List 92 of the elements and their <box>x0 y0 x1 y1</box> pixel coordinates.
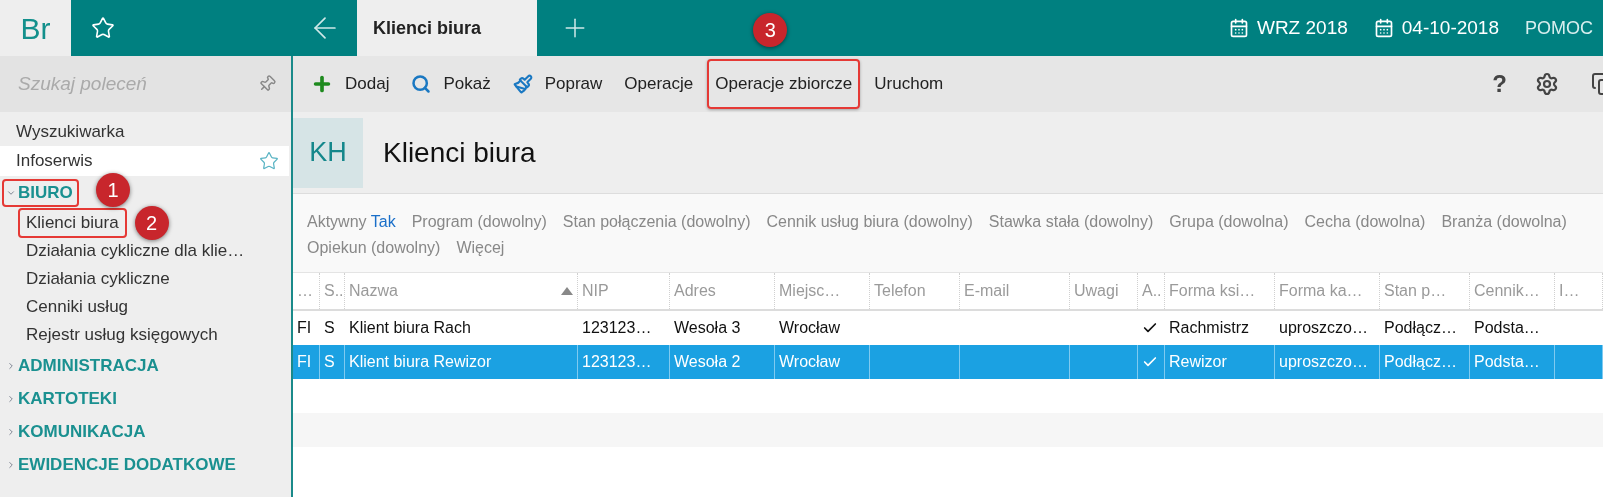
table-cell-text: S <box>324 318 335 338</box>
sidebar-item[interactable]: Wyszukiwarka <box>0 118 291 146</box>
table-cell-text: uproszczo… <box>1279 352 1368 372</box>
filter-link[interactable]: Program (dowolny) <box>411 210 547 234</box>
help-button[interactable]: ? <box>1492 66 1507 102</box>
sidebar-item-label: Infoserwis <box>15 150 94 173</box>
table-cell-text: Podłącz… <box>1384 352 1457 372</box>
table-cell-text: FI <box>297 318 312 338</box>
table-cell-text: Klient biura Rewizor <box>349 352 492 372</box>
tab[interactable]: Klienci biura <box>357 0 537 56</box>
table-cell-text: Podsta… <box>1474 352 1540 372</box>
column-header[interactable]: Stan p… <box>1380 273 1470 309</box>
chevron-icon <box>6 459 16 470</box>
chevron-icon <box>6 426 16 437</box>
table-cell-text: Wesoła 3 <box>674 318 741 338</box>
page-title: Klienci biura <box>383 135 536 170</box>
table-cell-text: Rewizor <box>1169 352 1227 372</box>
sidebar-item-label: Wyszukiwarka <box>15 121 126 144</box>
sidebar-group[interactable]: EWIDENCJE DODATKOWE <box>2 450 242 479</box>
table-cell-text: Wrocław <box>779 352 841 372</box>
table-cell-text: 123123… <box>582 318 652 338</box>
sidebar-item-label: Działania cykliczne dla klie… <box>25 240 246 263</box>
column-header[interactable]: S.. <box>320 273 345 309</box>
chevron-icon <box>6 360 16 371</box>
column-header[interactable]: E-mail <box>960 273 1070 309</box>
callout-marker: 2 <box>134 206 169 241</box>
sidebar-item[interactable]: Infoserwis <box>0 146 289 176</box>
sidebar-item-label: Rejestr usług księgowych <box>25 324 219 347</box>
table-row[interactable]: FI S Klient biura Rewizor 123123… Wesoła 2 Wrocław Rewizor uproszczo… Podłącz… Podsta… <box>293 345 1603 379</box>
column-header[interactable]: Cennik… <box>1470 273 1555 309</box>
sidebar-item-label: Działania cykliczne <box>25 268 171 291</box>
plus-icon <box>311 73 333 95</box>
sidebar-group[interactable]: ADMINISTRACJA <box>2 351 165 380</box>
search-icon <box>411 74 432 94</box>
command-search-field[interactable]: Szukaj poleceń <box>0 56 243 112</box>
filter-link[interactable]: Grupa (dowolna) <box>1169 210 1289 234</box>
toolbar-button[interactable]: Uruchom <box>866 59 952 109</box>
sidebar-group[interactable]: BIURO <box>2 178 79 207</box>
calendar-icon <box>1373 18 1394 38</box>
favorite-star-icon[interactable] <box>259 151 279 171</box>
table-cell-text: Rachmistrz <box>1169 318 1249 338</box>
table-cell-text: S <box>324 352 335 372</box>
sidebar-group[interactable]: KARTOTEKI <box>2 384 123 413</box>
column-header[interactable]: Uwagi <box>1070 273 1138 309</box>
sidebar-item[interactable]: Działania cykliczne <box>0 265 291 293</box>
column-header[interactable]: Adres <box>670 273 775 309</box>
column-header[interactable]: Telefon <box>870 273 960 309</box>
column-header[interactable]: Miejsc… <box>775 273 870 309</box>
filter-link[interactable]: Stan połączenia (dowolny) <box>562 210 751 234</box>
filter-link[interactable]: Aktywny Tak <box>307 210 396 234</box>
filter-link[interactable]: Stawka stała (dowolny) <box>988 210 1154 234</box>
table-cell-text: Klient biura Rach <box>349 318 471 338</box>
toolbar-button[interactable]: Popraw <box>504 59 611 109</box>
period-button[interactable]: 04-10-2018 <box>1373 13 1499 43</box>
sidebar-item-label: Cenniki usług <box>25 296 130 319</box>
column-header[interactable]: … <box>293 273 320 309</box>
chevron-icon <box>6 393 16 404</box>
filter-link[interactable]: Branża (dowolna) <box>1441 210 1567 234</box>
toolbar-button[interactable]: Pokaż <box>403 59 499 109</box>
table-cell-text: FI <box>297 352 312 372</box>
star-icon[interactable] <box>91 16 115 40</box>
column-header[interactable]: I… <box>1555 273 1603 309</box>
settings-icon[interactable] <box>1535 72 1559 96</box>
filter-link[interactable]: Cennik usług biura (dowolny) <box>766 210 973 234</box>
help-link[interactable]: POMOC <box>1525 14 1593 42</box>
sidebar-group[interactable]: KOMUNIKACJA <box>2 417 152 446</box>
table-cell-text: uproszczo… <box>1279 318 1368 338</box>
filter-link[interactable]: Cecha (dowolna) <box>1304 210 1426 234</box>
period-button[interactable]: WRZ 2018 <box>1228 13 1348 43</box>
column-header[interactable]: Forma ksi… <box>1165 273 1275 309</box>
sort-arrow-icon <box>561 287 573 295</box>
table-cell-text: Podłącz… <box>1384 318 1457 338</box>
table-cell-text: Wrocław <box>779 318 841 338</box>
pin-button[interactable] <box>243 56 291 112</box>
app-logo: Br <box>0 0 71 56</box>
calendar-icon <box>1228 18 1249 38</box>
sidebar-item[interactable]: Cenniki usług <box>0 293 291 321</box>
callout-marker: 1 <box>96 173 130 207</box>
toolbar-button[interactable]: Dodaj <box>303 59 398 109</box>
column-header[interactable]: Forma ka… <box>1275 273 1380 309</box>
paintbrush-icon <box>512 74 533 94</box>
module-badge: KH <box>293 117 363 188</box>
column-header[interactable]: NIP <box>578 273 670 309</box>
column-header[interactable]: A.. <box>1138 273 1165 309</box>
filter-link[interactable]: Więcej <box>456 236 505 260</box>
sidebar-item[interactable]: Rejestr usług księgowych <box>0 321 291 349</box>
filter-link[interactable]: Opiekun (dowolny) <box>307 236 441 260</box>
table-cell-text: Wesoła 2 <box>674 352 741 372</box>
table-cell-text: Podsta… <box>1474 318 1540 338</box>
table-cell-text: 123123… <box>582 352 652 372</box>
toolbar-button[interactable]: Operacje <box>616 59 702 109</box>
column-header[interactable]: Nazwa <box>345 273 578 309</box>
